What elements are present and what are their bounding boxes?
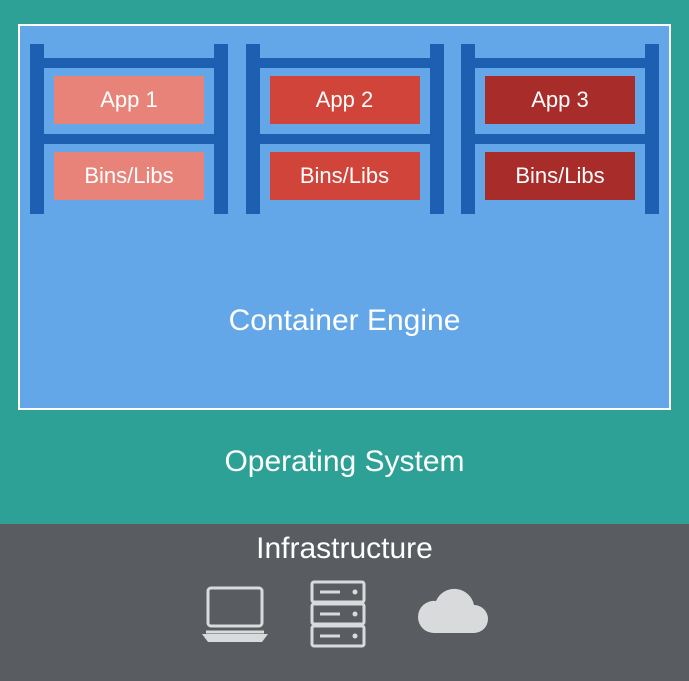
- infrastructure-label: Infrastructure: [0, 524, 689, 566]
- containers-row: App 1 Bins/Libs App 2 Bins/Libs App 3 Bi…: [20, 26, 669, 214]
- rack-bar: [30, 58, 228, 68]
- rack-rail: [246, 44, 260, 214]
- laptop-icon: [196, 584, 274, 649]
- infrastructure-layer: Infrastructure: [0, 520, 689, 681]
- rack-rail: [214, 44, 228, 214]
- rack-rail: [430, 44, 444, 214]
- rack-rail: [645, 44, 659, 214]
- rack-bar: [461, 58, 659, 68]
- container-engine-box: App 1 Bins/Libs App 2 Bins/Libs App 3 Bi…: [18, 24, 671, 410]
- app-box: App 3: [485, 76, 635, 124]
- app-box: App 2: [270, 76, 420, 124]
- libs-box: Bins/Libs: [54, 152, 204, 200]
- server-icon: [310, 580, 366, 653]
- libs-box: Bins/Libs: [485, 152, 635, 200]
- cloud-icon: [402, 585, 494, 648]
- container-engine-label: Container Engine: [20, 304, 669, 338]
- container-3: App 3 Bins/Libs: [461, 44, 659, 214]
- operating-system-label: Operating System: [0, 445, 689, 479]
- rack-rail: [461, 44, 475, 214]
- operating-system-layer: App 1 Bins/Libs App 2 Bins/Libs App 3 Bi…: [0, 0, 689, 520]
- container-1: App 1 Bins/Libs: [30, 44, 228, 214]
- rack-rail: [30, 44, 44, 214]
- libs-box: Bins/Libs: [270, 152, 420, 200]
- infrastructure-icons: [0, 580, 689, 653]
- rack-bar: [461, 134, 659, 144]
- app-box: App 1: [54, 76, 204, 124]
- rack-bar: [30, 134, 228, 144]
- rack-bar: [246, 58, 444, 68]
- container-2: App 2 Bins/Libs: [246, 44, 444, 214]
- rack-bar: [246, 134, 444, 144]
